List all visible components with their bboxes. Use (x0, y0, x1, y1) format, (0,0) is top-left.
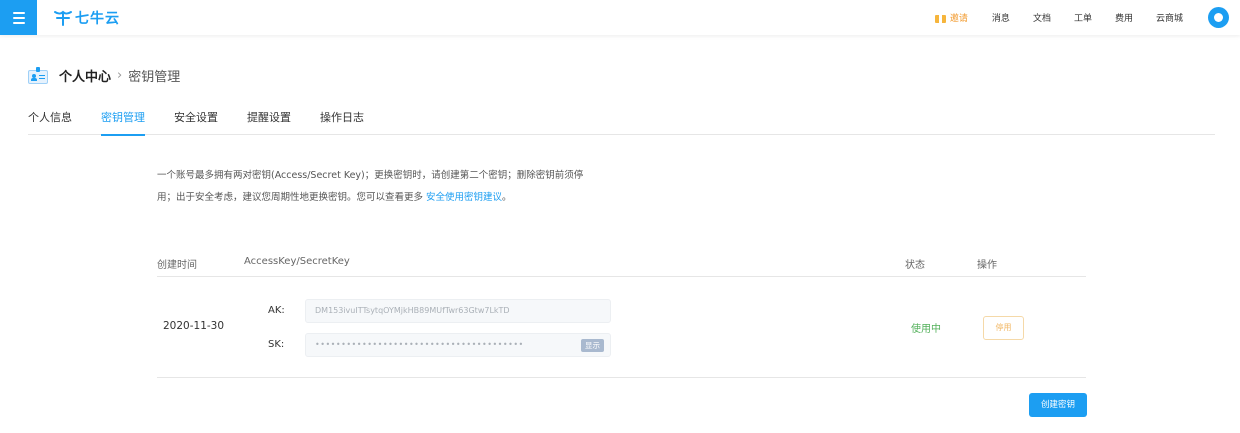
breadcrumb-current: 密钥管理 (128, 69, 181, 85)
access-key-field[interactable]: DM153ivuITTsytqOYMjkHB89MUfTwr63Gtw7LkTD (305, 299, 611, 323)
tab-bar: 个人信息 密钥管理 安全设置 提醒设置 操作日志 (28, 108, 1215, 136)
top-navbar: 七牛云 邀请 消息 文档 工单 费用 云商城 (0, 0, 1240, 35)
description-line-2: 用；出于安全考虑，建议您周期性地更换密钥。您可以查看更多 安全使用密钥建议。 (157, 192, 512, 203)
header-created-time: 创建时间 (157, 260, 197, 271)
avatar-icon (1214, 13, 1223, 22)
breadcrumb-root[interactable]: 个人中心 (59, 66, 111, 85)
breadcrumb-separator: › (117, 67, 123, 83)
tab-personal-info[interactable]: 个人信息 (28, 108, 72, 135)
breadcrumb: 个人中心 › 密钥管理 (28, 64, 180, 86)
user-avatar[interactable] (1208, 7, 1229, 28)
nav-docs[interactable]: 文档 (1033, 11, 1051, 24)
secret-key-field[interactable]: ••••••••••••••••••••••••••••••••••••••••… (305, 333, 611, 357)
header-status: 状态 (905, 260, 925, 271)
id-card-icon (28, 66, 48, 84)
status-badge: 使用中 (911, 324, 941, 335)
tab-key-management[interactable]: 密钥管理 (101, 108, 145, 136)
header-access-secret-key: AccessKey/SecretKey (244, 256, 350, 267)
logo-text: 七牛云 (75, 11, 120, 27)
qiniu-logo[interactable]: 七牛云 (53, 8, 120, 28)
menu-icon-bar (12, 16, 25, 19)
create-key-button[interactable]: 创建密钥 (1029, 393, 1087, 417)
security-advice-link[interactable]: 安全使用密钥建议 (426, 192, 502, 203)
table-row: 2020-11-30 AK: DM153ivuITTsytqOYMjkHB89M… (157, 277, 1086, 378)
description-line-1: 一个账号最多拥有两对密钥(Access/Secret Key)；更换密钥时，请创… (157, 170, 584, 181)
ak-label: AK: (268, 305, 285, 316)
created-date: 2020-11-30 (163, 320, 225, 332)
show-secret-button[interactable]: 显示 (581, 339, 604, 352)
table-header: 创建时间 AccessKey/SecretKey 状态 操作 (157, 250, 1086, 277)
tab-reminder-settings[interactable]: 提醒设置 (247, 108, 291, 135)
key-description: 一个账号最多拥有两对密钥(Access/Secret Key)；更换密钥时，请创… (157, 165, 617, 209)
menu-icon-bar (12, 11, 25, 14)
nav-tickets[interactable]: 工单 (1074, 11, 1092, 24)
secret-key-masked: •••••••••••••••••••••••••••••••••••••••• (315, 340, 524, 349)
disable-key-button[interactable]: 停用 (983, 316, 1024, 340)
tab-security-settings[interactable]: 安全设置 (174, 108, 218, 135)
header-operation: 操作 (977, 260, 997, 271)
tab-operation-log[interactable]: 操作日志 (320, 108, 364, 135)
qiniu-logo-icon (54, 10, 72, 26)
invite-link[interactable]: 邀请 (934, 11, 968, 24)
sk-label: SK: (268, 339, 285, 350)
header-nav: 邀请 消息 文档 工单 费用 云商城 (934, 0, 1240, 35)
gift-icon (934, 12, 946, 23)
menu-icon-bar (12, 21, 25, 24)
nav-messages[interactable]: 消息 (992, 11, 1010, 24)
nav-billing[interactable]: 费用 (1115, 11, 1133, 24)
hamburger-menu-button[interactable] (0, 0, 37, 35)
invite-label: 邀请 (949, 14, 968, 24)
nav-marketplace[interactable]: 云商城 (1156, 11, 1183, 24)
